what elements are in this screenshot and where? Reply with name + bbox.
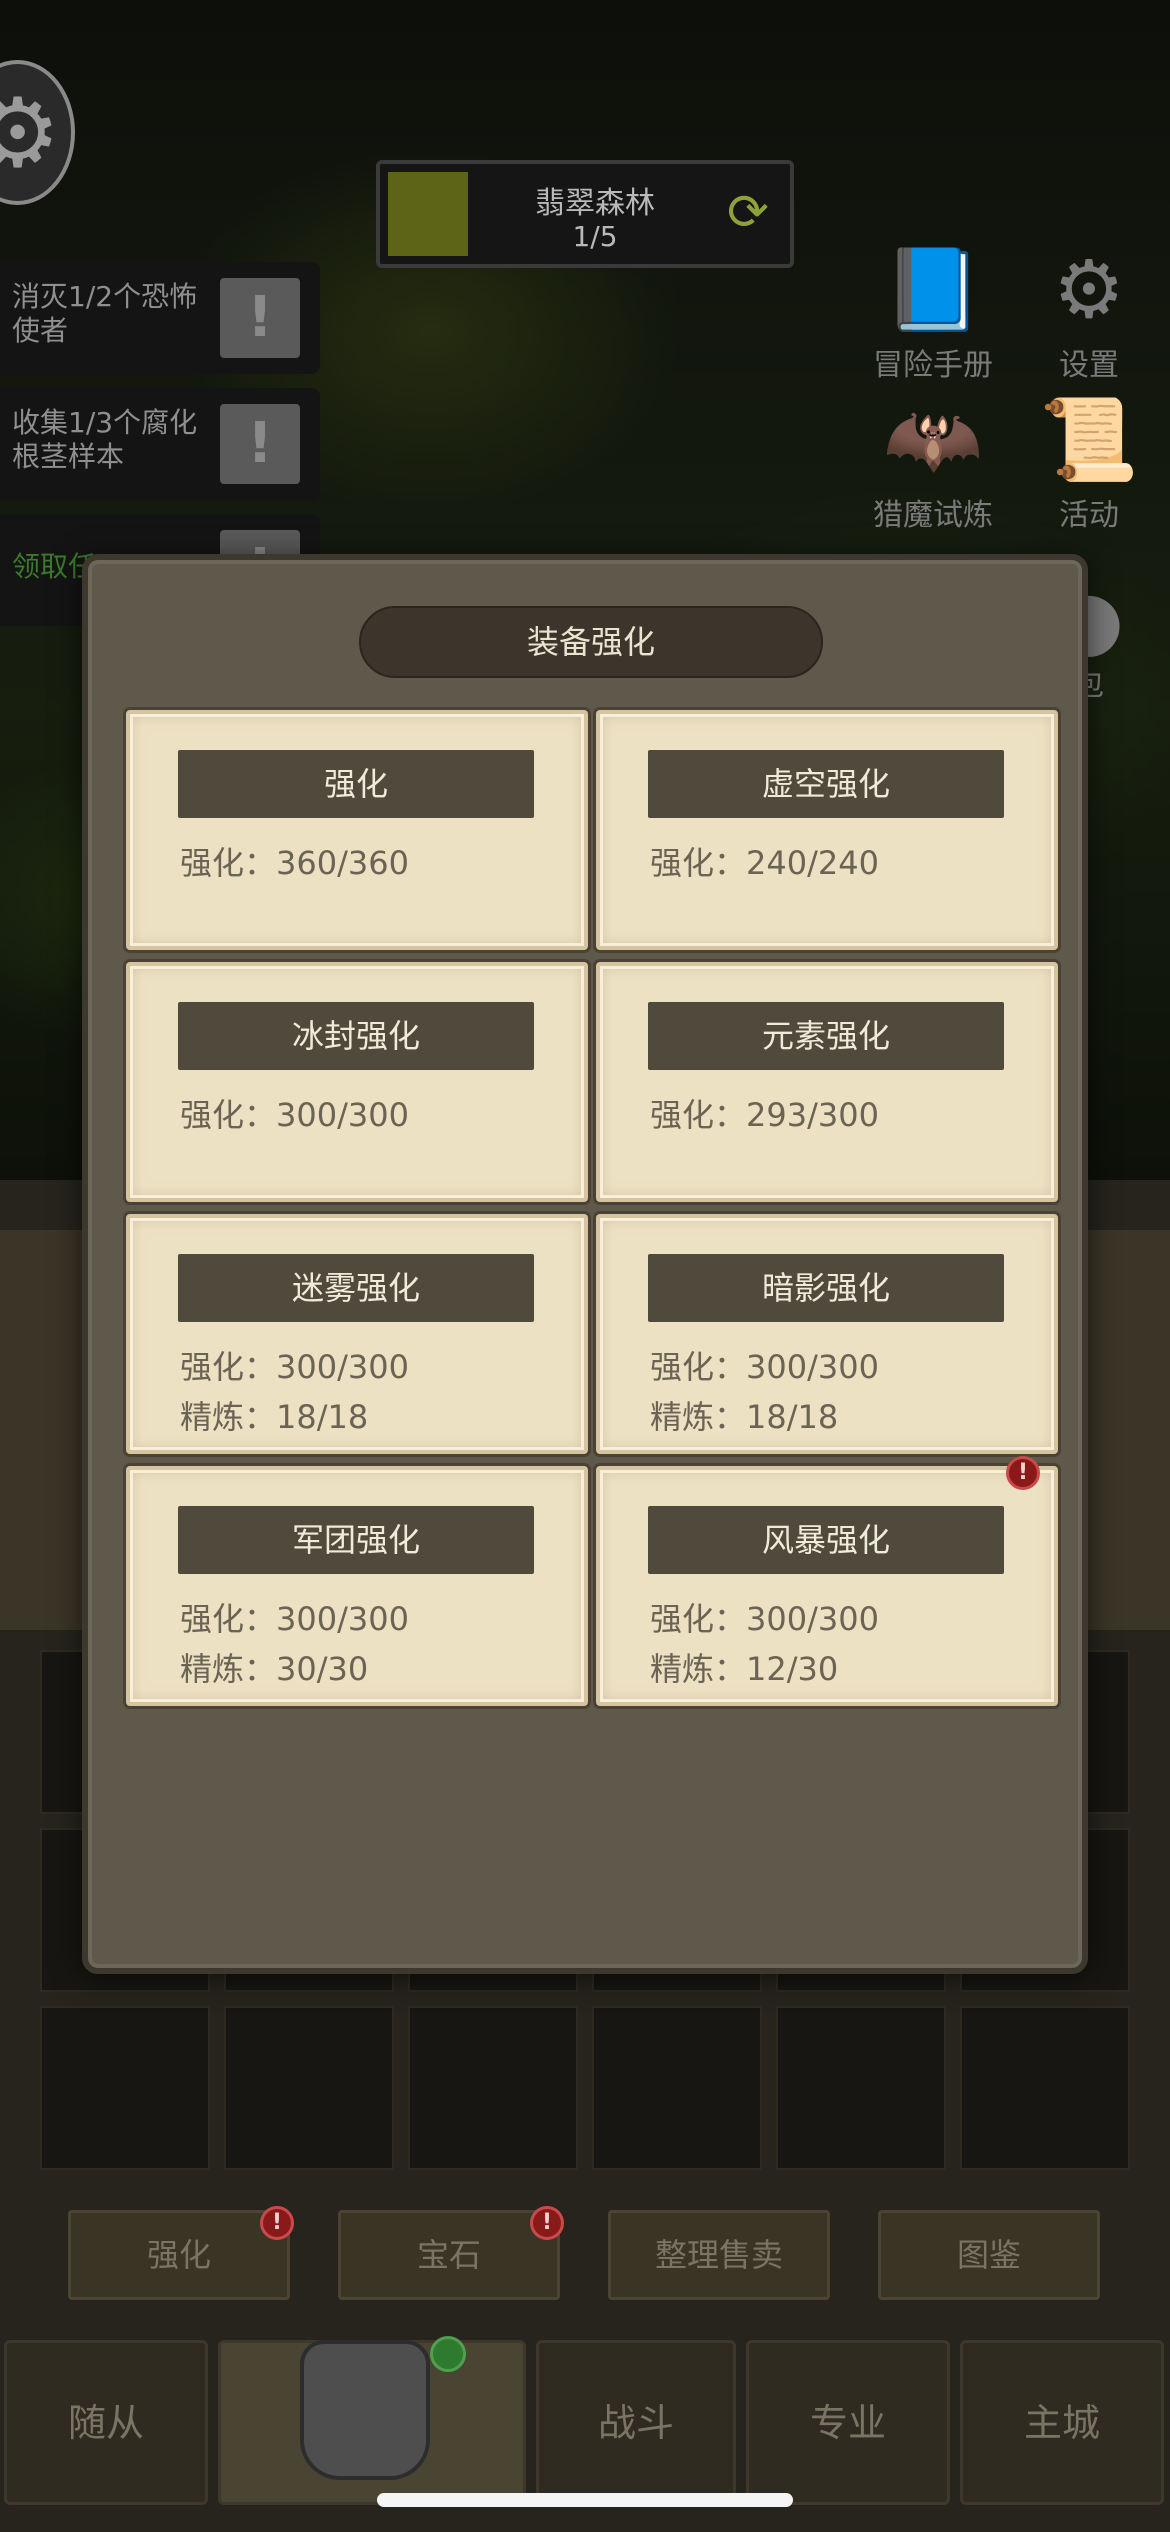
- stage-progress-fill: [388, 172, 468, 256]
- stage-progress-text: 1/5: [572, 220, 618, 253]
- inventory-slot[interactable]: [40, 2006, 210, 2170]
- alert-badge: !: [530, 2206, 564, 2240]
- enhance-card-basic[interactable]: 强化 强化：360/360: [126, 710, 588, 950]
- nav-tab-battle[interactable]: 战斗: [536, 2340, 736, 2505]
- refresh-icon[interactable]: ⟳: [720, 184, 776, 240]
- enhance-card-element[interactable]: 元素强化 强化：293/300: [596, 962, 1058, 1202]
- quest-text: 消灭1/2个恐怖使者: [12, 280, 198, 347]
- card-title: 军团强化: [178, 1506, 534, 1574]
- side-label: 活动: [1059, 498, 1119, 533]
- enhance-level-line: 强化：300/300: [180, 1348, 409, 1386]
- modal-title: 装备强化: [359, 606, 823, 678]
- refine-level-line: 精炼：18/18: [650, 1398, 839, 1436]
- armor-icon: [300, 2340, 430, 2480]
- gem-button[interactable]: 宝石: [338, 2210, 560, 2300]
- stage-name: 翡翠森林: [535, 186, 655, 221]
- chest-icon: 📜: [1039, 393, 1139, 486]
- nav-tab-profession[interactable]: 专业: [746, 2340, 950, 2505]
- book-icon: 📘: [883, 243, 983, 336]
- card-title: 元素强化: [648, 1002, 1004, 1070]
- inventory-slot[interactable]: [224, 2006, 394, 2170]
- quest-alert-icon[interactable]: !: [220, 404, 300, 484]
- nav-tab-main-city[interactable]: 主城: [960, 2340, 1164, 2505]
- settings-button[interactable]: ⚙ 设置: [1014, 240, 1164, 384]
- demon-trial-button[interactable]: 🦇 猎魔试炼: [858, 390, 1008, 534]
- activity-button[interactable]: 📜 活动: [1014, 390, 1164, 534]
- card-title: 冰封强化: [178, 1002, 534, 1070]
- inventory-slot[interactable]: [776, 2006, 946, 2170]
- quest-text: 收集1/3个腐化根茎样本: [12, 406, 198, 473]
- enhance-card-void[interactable]: 虚空强化 强化：240/240: [596, 710, 1058, 950]
- side-label: 冒险手册: [873, 348, 993, 383]
- enhance-card-storm[interactable]: ! 风暴强化 强化：300/300 精炼：12/30: [596, 1456, 1058, 1706]
- nav-tab-followers[interactable]: 随从: [4, 2340, 208, 2505]
- enhance-card-shadow[interactable]: 暗影强化 强化：300/300 精炼：18/18: [596, 1214, 1058, 1454]
- enhance-level-line: 强化：293/300: [650, 1096, 879, 1134]
- sort-sell-button[interactable]: 整理售卖: [608, 2210, 830, 2300]
- enhance-card-mist[interactable]: 迷雾强化 强化：300/300 精炼：18/18: [126, 1214, 588, 1454]
- quest-item[interactable]: 消灭1/2个恐怖使者 !: [0, 262, 320, 374]
- green-notification-badge: [430, 2336, 466, 2372]
- enhance-level-line: 强化：300/300: [650, 1600, 879, 1638]
- enhance-level-line: 强化：240/240: [650, 844, 879, 882]
- gear-icon: ⚙: [1053, 243, 1125, 336]
- enhance-level-line: 强化：360/360: [180, 844, 409, 882]
- card-title: 风暴强化: [648, 1506, 1004, 1574]
- quest-item[interactable]: 收集1/3个腐化根茎样本 !: [0, 388, 320, 500]
- refine-level-line: 精炼：18/18: [180, 1398, 369, 1436]
- card-title: 迷雾强化: [178, 1254, 534, 1322]
- enhance-level-line: 强化：300/300: [650, 1348, 879, 1386]
- quest-alert-icon[interactable]: !: [220, 278, 300, 358]
- adventure-book-button[interactable]: 📘 冒险手册: [858, 240, 1008, 384]
- side-label: 设置: [1059, 348, 1119, 383]
- card-title: 虚空强化: [648, 750, 1004, 818]
- enhance-card-legion[interactable]: 军团强化 强化：300/300 精炼：30/30: [126, 1466, 588, 1706]
- inventory-slot[interactable]: [592, 2006, 762, 2170]
- stage-progress-bar: 翡翠森林 1/5 ⟳: [376, 160, 794, 268]
- side-label: 猎魔试炼: [873, 498, 993, 533]
- card-title: 暗影强化: [648, 1254, 1004, 1322]
- enhance-button[interactable]: 强化: [68, 2210, 290, 2300]
- equipment-enhance-modal: 装备强化 强化 强化：360/360 虚空强化 强化：240/240 冰封强化 …: [82, 554, 1088, 1974]
- demon-icon: 🦇: [883, 393, 983, 486]
- card-title: 强化: [178, 750, 534, 818]
- enhance-level-line: 强化：300/300: [180, 1600, 409, 1638]
- codex-button[interactable]: 图鉴: [878, 2210, 1100, 2300]
- inventory-slot[interactable]: [408, 2006, 578, 2170]
- refine-level-line: 精炼：12/30: [650, 1650, 839, 1688]
- enhance-level-line: 强化：300/300: [180, 1096, 409, 1134]
- refine-level-line: 精炼：30/30: [180, 1650, 369, 1688]
- enhance-card-frozen[interactable]: 冰封强化 强化：300/300: [126, 962, 588, 1202]
- alert-badge: !: [1006, 1456, 1040, 1490]
- inventory-slot[interactable]: [960, 2006, 1130, 2170]
- alert-badge: !: [260, 2206, 294, 2240]
- home-indicator[interactable]: [377, 2493, 793, 2507]
